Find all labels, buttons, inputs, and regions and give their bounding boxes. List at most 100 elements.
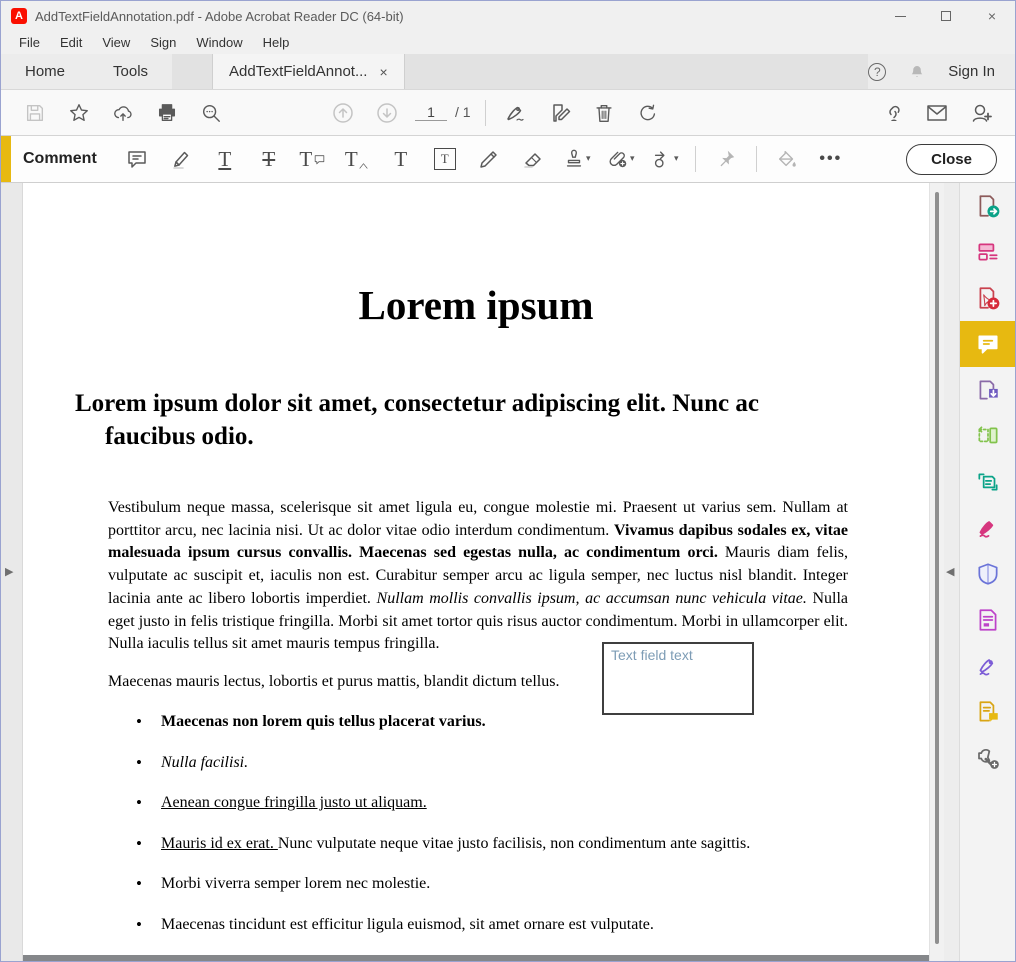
comment-accent-strip (1, 136, 11, 182)
add-text-comment-tool[interactable]: T (384, 142, 418, 176)
scrollbar-thumb[interactable] (935, 192, 939, 944)
tab-document[interactable]: AddTextFieldAnnot... × (212, 54, 405, 89)
sidebar-export-pdf[interactable] (960, 183, 1015, 229)
page-number-input[interactable] (415, 104, 447, 121)
paragraph-1: Vestibulum neque massa, scelerisque sit … (108, 497, 848, 656)
notifications-bell-icon[interactable] (908, 63, 926, 81)
sidebar-redact[interactable] (960, 597, 1015, 643)
list-item: Maecenas tincidunt est efficitur ligula … (108, 913, 848, 936)
heading-line-2: faucibus odio. (105, 420, 759, 453)
list-item: Nulla facilisi. (108, 751, 848, 774)
attach-dropdown-caret: ▾ (630, 154, 635, 164)
tab-home[interactable]: Home (1, 54, 89, 89)
content-area: ▶ Lorem ipsum Lorem ipsum dolor sit amet… (1, 183, 1015, 961)
list-item: Mauris id ex erat. Nunc vulputate neque … (108, 832, 848, 855)
document-heading: Lorem ipsum dolor sit amet, consectetur … (75, 387, 759, 453)
sidebar-scan-ocr[interactable] (960, 459, 1015, 505)
fill-color-tool[interactable] (770, 142, 804, 176)
menu-window[interactable]: Window (186, 35, 252, 50)
underline-text-tool[interactable]: T (208, 142, 242, 176)
fill-sign-document-button[interactable] (543, 96, 577, 130)
sidebar-more-tools[interactable] (960, 735, 1015, 781)
sidebar-fill-and-sign[interactable] (960, 505, 1015, 551)
drawing-shapes-tool[interactable]: ▾ (648, 142, 682, 176)
tab-bar: Home Tools AddTextFieldAnnot... × ? Sign… (1, 54, 1015, 89)
menu-view[interactable]: View (92, 35, 140, 50)
tab-close-icon[interactable]: × (379, 64, 387, 80)
attach-file-tool[interactable]: ▾ (604, 142, 638, 176)
stamp-tool[interactable]: ▾ (560, 142, 594, 176)
sidebar-edit-pdf[interactable] (960, 229, 1015, 275)
menu-file[interactable]: File (9, 35, 50, 50)
search-button[interactable] (194, 96, 228, 130)
close-icon: × (988, 8, 996, 24)
share-link-button[interactable] (876, 96, 910, 130)
highlight-text-tool[interactable] (164, 142, 198, 176)
text-field-annotation[interactable]: Text field text (602, 642, 754, 715)
comment-toolbar-title: Comment (23, 150, 97, 168)
bullet-list: Maecenas non lorem quis tellus placerat … (108, 710, 848, 953)
tab-tools[interactable]: Tools (89, 54, 172, 89)
eraser-tool[interactable] (516, 142, 550, 176)
next-page-button[interactable] (370, 96, 404, 130)
sticky-note-tool[interactable] (120, 142, 154, 176)
page-count-label: / 1 (455, 104, 471, 120)
delete-trash-button[interactable] (587, 96, 621, 130)
tools-sidebar (959, 183, 1015, 961)
document-view: Lorem ipsum Lorem ipsum dolor sit amet, … (23, 183, 929, 961)
strikethrough-text-tool[interactable]: T (252, 142, 286, 176)
sign-pen-button[interactable] (499, 96, 533, 130)
collapse-tools-pane-handle[interactable]: ◀ (946, 565, 954, 578)
list-item: Aenean congue fringilla justo ut aliquam… (108, 791, 848, 814)
main-toolbar: / 1 (1, 89, 1015, 136)
sidebar-share-for-comments[interactable] (960, 689, 1015, 735)
sign-in-button[interactable]: Sign In (948, 63, 995, 80)
share-upload-button[interactable] (106, 96, 140, 130)
minimize-icon (895, 16, 906, 17)
sidebar-create-pdf[interactable] (960, 275, 1015, 321)
menu-help[interactable]: Help (253, 35, 300, 50)
print-button[interactable] (150, 96, 184, 130)
rotate-page-button[interactable] (631, 96, 665, 130)
save-button[interactable] (18, 96, 52, 130)
previous-page-button[interactable] (326, 96, 360, 130)
right-pane-strip: ◀ (944, 183, 959, 961)
title-bar: A AddTextFieldAnnotation.pdf - Adobe Acr… (1, 1, 1015, 31)
menu-bar: File Edit View Sign Window Help (1, 31, 1015, 54)
shapes-dropdown-caret: ▾ (674, 154, 679, 164)
close-window-button[interactable]: × (969, 1, 1015, 31)
text-box-tool[interactable]: T (428, 142, 462, 176)
heading-line-1: Lorem ipsum dolor sit amet, consectetur … (75, 387, 759, 420)
replace-text-tool[interactable]: T (296, 142, 330, 176)
sidebar-certificates[interactable] (960, 643, 1015, 689)
sidebar-organize-pages[interactable] (960, 413, 1015, 459)
menu-sign[interactable]: Sign (140, 35, 186, 50)
minimize-button[interactable] (877, 1, 923, 31)
vertical-scrollbar[interactable] (929, 183, 944, 961)
expand-nav-pane-handle[interactable]: ▶ (5, 565, 13, 578)
tab-document-label: AddTextFieldAnnot... (229, 63, 367, 80)
commentbar-divider-2 (756, 146, 757, 172)
help-icon[interactable]: ? (868, 63, 886, 81)
commentbar-divider (695, 146, 696, 172)
comment-toolbar: Comment T T T T T T ▾ ▾ (1, 136, 1015, 183)
sidebar-comment[interactable] (960, 321, 1015, 367)
pin-comment-tool[interactable] (709, 142, 743, 176)
acrobat-window: A AddTextFieldAnnotation.pdf - Adobe Acr… (0, 0, 1016, 962)
menu-edit[interactable]: Edit (50, 35, 92, 50)
more-options-button[interactable]: ••• (814, 142, 848, 176)
stamp-dropdown-caret: ▾ (586, 154, 591, 164)
close-comment-button[interactable]: Close (906, 144, 997, 175)
maximize-icon (941, 11, 951, 21)
insert-text-tool[interactable]: T (340, 142, 374, 176)
document-title: Lorem ipsum (23, 281, 929, 329)
window-title: AddTextFieldAnnotation.pdf - Adobe Acrob… (35, 9, 404, 24)
favorite-star-button[interactable] (62, 96, 96, 130)
draw-pencil-tool[interactable] (472, 142, 506, 176)
acrobat-logo-icon: A (11, 8, 27, 24)
maximize-button[interactable] (923, 1, 969, 31)
add-contact-button[interactable] (964, 96, 998, 130)
sidebar-combine-files[interactable] (960, 367, 1015, 413)
email-button[interactable] (920, 96, 954, 130)
sidebar-protect[interactable] (960, 551, 1015, 597)
